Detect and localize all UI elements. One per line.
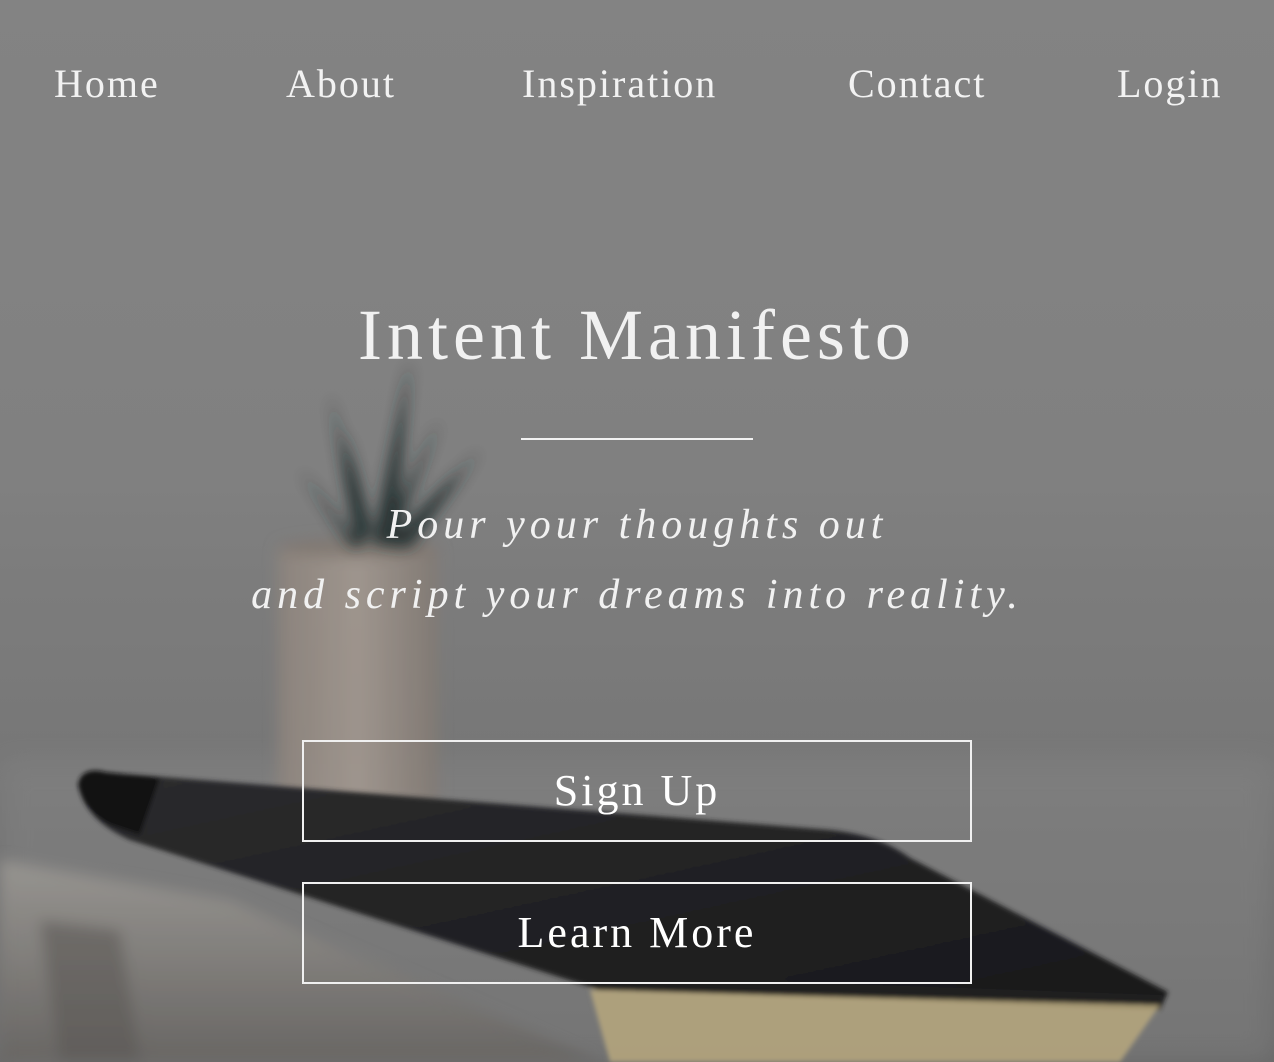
nav-about-link[interactable]: About [286,58,396,110]
nav-login-link[interactable]: Login [1117,58,1223,110]
hero-title: Intent Manifesto [358,295,916,375]
learn-more-button[interactable]: Learn More [302,882,972,984]
hero-tagline-line-2: and script your dreams into reality. [251,572,1023,618]
nav-inspiration-link[interactable]: Inspiration [522,58,717,110]
sign-up-button[interactable]: Sign Up [302,740,972,842]
hero-tagline-line-1: Pour your thoughts out [386,502,888,548]
top-navigation: Home About Inspiration Contact Login [0,58,1274,110]
nav-home-link[interactable]: Home [54,58,160,110]
title-divider [521,438,753,440]
nav-contact-link[interactable]: Contact [848,58,986,110]
